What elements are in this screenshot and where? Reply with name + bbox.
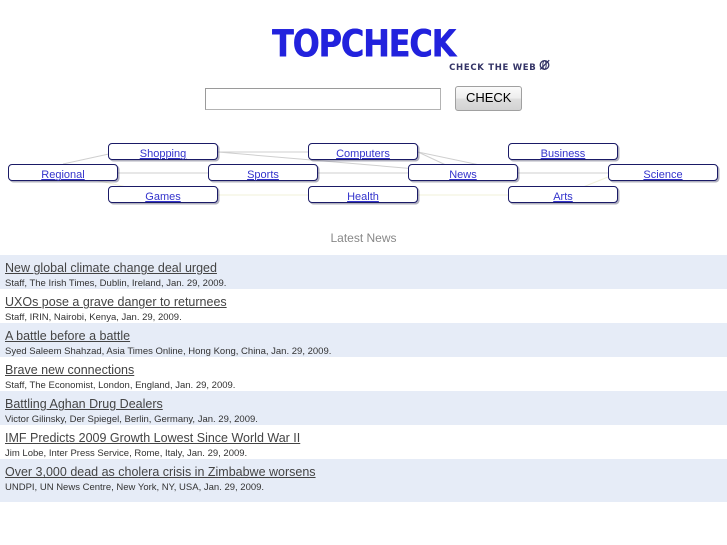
brand-block: TOPCHECK CHECK THE WEB <box>272 26 551 73</box>
latest-news-title: Latest News <box>330 231 397 246</box>
globe-icon <box>538 58 551 76</box>
news-item[interactable]: New global climate change deal urged Sta… <box>0 255 727 290</box>
news-headline-link[interactable]: New global climate change deal urged <box>5 261 217 275</box>
category-link-health[interactable]: Health <box>347 191 379 203</box>
news-item[interactable]: Battling Aghan Drug Dealers Victor Gilin… <box>0 391 727 426</box>
news-list: New global climate change deal urged Sta… <box>0 255 727 494</box>
news-headline-link[interactable]: A battle before a battle <box>5 329 130 343</box>
category-box-science[interactable]: Science <box>608 164 718 182</box>
page-header: TOPCHECK CHECK THE WEB <box>0 0 727 73</box>
category-box-arts[interactable]: Arts <box>508 186 618 204</box>
news-headline-link[interactable]: UXOs pose a grave danger to returnees <box>5 295 227 309</box>
news-headline-link[interactable]: IMF Predicts 2009 Growth Lowest Since Wo… <box>5 431 300 445</box>
category-link-computers[interactable]: Computers <box>336 148 390 160</box>
news-item[interactable]: IMF Predicts 2009 Growth Lowest Since Wo… <box>0 425 727 460</box>
category-link-business[interactable]: Business <box>541 148 586 160</box>
category-link-games[interactable]: Games <box>145 191 180 203</box>
category-link-regional[interactable]: Regional <box>41 169 84 181</box>
category-box-business[interactable]: Business <box>508 143 618 161</box>
footer-clipped-row <box>0 493 727 503</box>
category-box-news[interactable]: News <box>408 164 518 182</box>
news-headline-link[interactable]: Battling Aghan Drug Dealers <box>5 397 163 411</box>
category-box-computers[interactable]: Computers <box>308 143 418 161</box>
news-source-meta: Syed Saleem Shahzad, Asia Times Online, … <box>5 346 332 358</box>
category-link-news[interactable]: News <box>449 169 477 181</box>
news-item[interactable]: A battle before a battle Syed Saleem Sha… <box>0 323 727 358</box>
category-box-shopping[interactable]: Shopping <box>108 143 218 161</box>
news-source-meta: Jim Lobe, Inter Press Service, Rome, Ita… <box>5 448 248 460</box>
news-item[interactable]: UXOs pose a grave danger to returnees St… <box>0 289 727 324</box>
news-source-meta: Staff, IRIN, Nairobi, Kenya, Jan. 29, 20… <box>5 312 182 324</box>
news-source-meta: Victor Gilinsky, Der Spiegel, Berlin, Ge… <box>5 414 258 426</box>
category-link-arts[interactable]: Arts <box>553 191 573 203</box>
news-item[interactable]: Over 3,000 dead as cholera crisis in Zim… <box>0 459 727 494</box>
search-input[interactable] <box>204 87 441 110</box>
news-headline-link[interactable]: Over 3,000 dead as cholera crisis in Zim… <box>5 465 316 479</box>
category-box-regional[interactable]: Regional <box>8 164 118 182</box>
news-source-meta: UNDPI, UN News Centre, New York, NY, USA… <box>5 482 265 494</box>
category-link-sports[interactable]: Sports <box>247 169 279 181</box>
category-box-games[interactable]: Games <box>108 186 218 204</box>
category-link-shopping[interactable]: Shopping <box>140 148 187 160</box>
search-area: CHECK <box>0 86 727 112</box>
category-link-science[interactable]: Science <box>643 169 682 181</box>
news-headline-link[interactable]: Brave new connections <box>5 363 134 377</box>
news-source-meta: Staff, The Irish Times, Dublin, Ireland,… <box>5 278 227 290</box>
tagline-text: CHECK THE WEB <box>449 63 537 73</box>
tagline-block: CHECK THE WEB <box>449 59 551 76</box>
category-box-sports[interactable]: Sports <box>208 164 318 182</box>
news-item[interactable]: Brave new connections Staff, The Economi… <box>0 357 727 392</box>
news-source-meta: Staff, The Economist, London, England, J… <box>5 380 236 392</box>
category-grid: Shopping Computers Business Regional Spo… <box>0 143 727 209</box>
category-box-health[interactable]: Health <box>308 186 418 204</box>
site-logo: TOPCHECK <box>271 22 456 67</box>
check-button[interactable]: CHECK <box>454 86 523 112</box>
